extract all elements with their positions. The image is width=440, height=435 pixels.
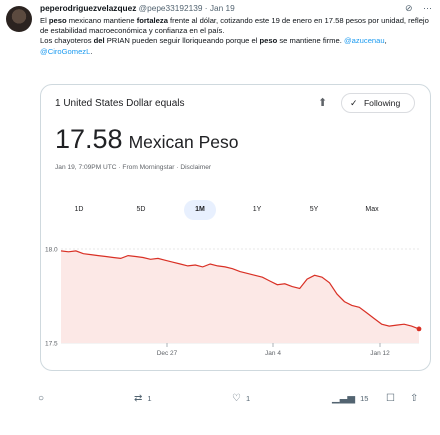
author-display-name[interactable]: peperodriguezvelazquez [40,3,136,13]
range-tab-1m[interactable]: 1M [184,200,216,220]
tweet-header: peperodriguezvelazquez @pepe33192139 · J… [40,3,432,17]
tweet-text: El peso mexicano mantiene fortaleza fren… [40,16,432,57]
rate-timestamp: Jan 19, 7:09PM UTC · From Morningstar · … [55,164,212,171]
text-segment: mexicano mantiene [66,16,137,25]
meta-separator: · [204,3,208,13]
text-segment: fortaleza [136,16,168,25]
range-tab-1d[interactable]: 1D [63,200,95,220]
text-segment: peso [48,16,67,25]
following-label: Following [363,98,401,108]
retweet-icon: ⇄ [134,393,143,404]
retweet-button[interactable]: ⇄ 1 [134,393,152,404]
y-tick-label: 17.5 [45,341,58,348]
mention-link[interactable]: @CiroGomezL [40,47,90,56]
text-segment: del [93,36,105,46]
text-segment: , [384,36,387,46]
currency-card[interactable]: 1 United States Dollar equals ⬆ ✓ Follow… [40,84,431,371]
range-tab-5d[interactable]: 5D [125,200,157,220]
heart-icon: ♡ [232,393,241,404]
text-segment: . [90,46,93,56]
area-fill [61,250,419,343]
share-icon[interactable]: ⬆ [318,96,327,109]
reply-button[interactable]: ○ [38,393,49,404]
rate-currency: Mexican Peso [128,132,239,152]
bookmark-button[interactable]: ☐ [386,393,400,404]
views-count: 15 [360,394,369,403]
like-button[interactable]: ♡ 1 [232,393,250,404]
exchange-rate: 17.58 Mexican Peso [55,123,239,158]
share-tweet-button[interactable]: ⇧ [410,393,423,404]
tweet-paragraph-1: El peso mexicano mantiene fortaleza fren… [40,16,432,36]
equals-label: 1 United States Dollar equals [55,98,185,109]
views-button[interactable]: ▁▃▅ 15 [332,393,368,404]
text-segment: Los chayoteros [40,36,94,46]
tweet-paragraph-2: Los chayoteros del PRIAN pueden seguir l… [40,36,432,56]
x-tick-label: Dec 27 [157,350,178,357]
x-tick-label: Jan 12 [370,350,390,357]
share-tweet-icon: ⇧ [410,393,419,404]
y-tick-label: 18.0 [45,247,58,254]
exchange-rate-chart: 18.0 17.5 Dec 27 Jan 4 Jan 12 [45,247,422,357]
x-tick-label: Jan 4 [265,350,281,357]
rate-value: 17.58 [55,124,123,154]
retweet-count: 1 [147,394,152,403]
grok-icon[interactable]: ⊘ [405,3,413,13]
text-segment: PRIAN pueden seguir lloriqueando porque … [104,36,260,46]
text-segment: El [40,16,49,25]
bookmark-icon: ☐ [386,393,395,404]
current-point [416,326,422,332]
text-segment: peso [259,36,278,46]
check-icon: ✓ [350,98,358,108]
mention-link[interactable]: @azucenau [344,36,385,45]
author-avatar[interactable] [6,6,32,32]
range-selector: 1D 5D 1M 1Y 5Y Max [41,199,430,221]
range-tab-5y[interactable]: 5Y [298,200,330,220]
tweet-actions: ○ ⇄ 1 ♡ 1 ▁▃▅ 15 ☐ ⇧ [38,391,434,409]
more-options-icon[interactable]: ⋯ [423,3,432,13]
range-tab-1y[interactable]: 1Y [241,200,273,220]
tweet-date[interactable]: Jan 19 [210,3,235,13]
text-segment: se mantiene firme. [277,36,344,46]
views-icon: ▁▃▅ [332,393,356,404]
range-tab-max[interactable]: Max [356,200,388,220]
author-handle[interactable]: @pepe33192139 [139,3,203,13]
following-button[interactable]: ✓ Following [341,93,415,113]
reply-icon: ○ [38,393,45,404]
like-count: 1 [245,394,251,403]
